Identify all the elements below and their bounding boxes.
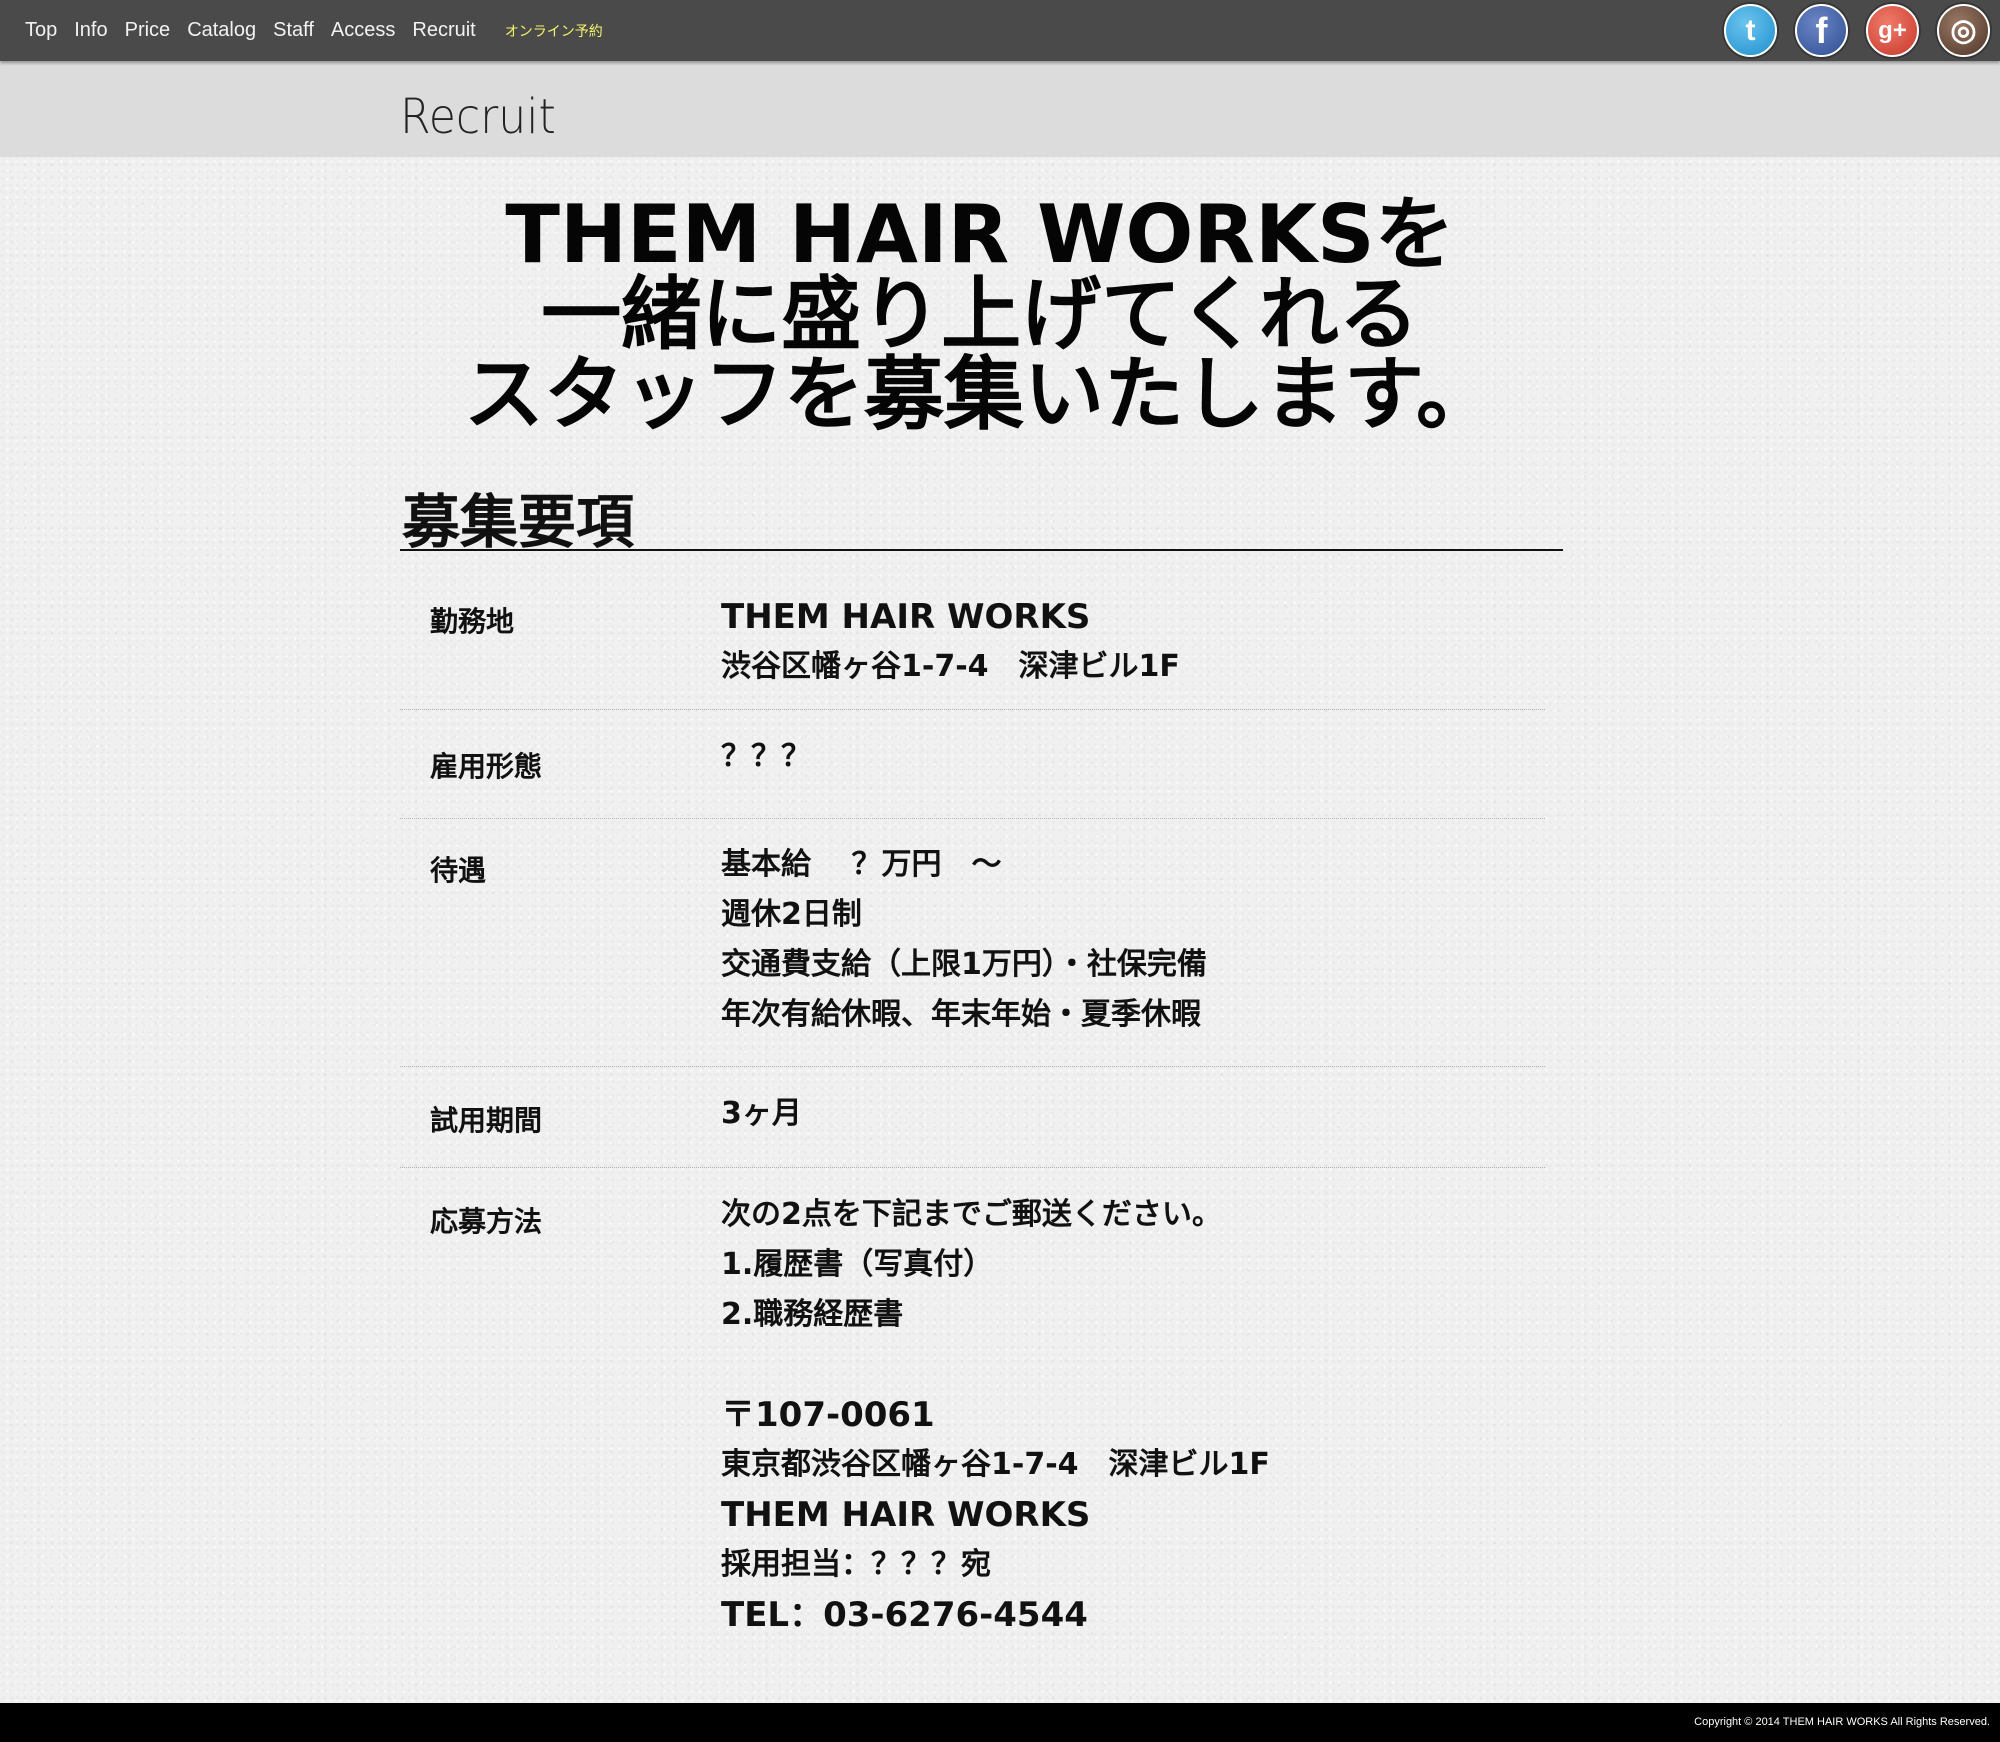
twitter-button[interactable]: t [1724,4,1777,57]
row-value: THEM HAIR WORKS 渋谷区幡ヶ谷1-7-4 深津ビル1F [721,592,1180,692]
value-line [721,1340,1270,1390]
value-line: THEM HAIR WORKS [721,1495,1091,1535]
value-line: 1.履歴書（写真付） [721,1247,994,1282]
value-line: 週休2日制 [721,897,862,932]
nav-online-booking[interactable]: オンライン予約 [505,21,603,41]
page-title: Recruit [400,89,556,145]
nav-staff[interactable]: Staff [273,19,314,42]
facebook-button[interactable]: f [1795,4,1848,57]
row-label: 試用期間 [430,1104,543,1137]
row-value: ？？？ [721,732,811,782]
value-line: 交通費支給（上限1万円）・社保完備 [721,947,1207,982]
value-line: 採用担当：？？？宛 [721,1547,991,1582]
requirement-row-location: 勤務地 THEM HAIR WORKS 渋谷区幡ヶ谷1-7-4 深津ビル1F [400,585,1545,710]
row-label: 応募方法 [430,1205,543,1238]
instagram-icon: ◎ [1950,14,1977,47]
value-line: 次の2点を下記までご郵送ください。 [721,1197,1222,1232]
row-value: 基本給 ？万円 ～ 週休2日制 交通費支給（上限1万円）・社保完備 年次有給休暇… [721,840,1207,1040]
row-label: 勤務地 [430,605,515,638]
value-line: 3ヶ月 [721,1096,802,1131]
section-title: 募集要項 [402,488,635,556]
twitter-icon: t [1745,13,1756,47]
requirement-row-employment: 雇用形態 ？？？ [400,710,1545,819]
top-navigation-bar: Top Info Price Catalog Staff Access Recr… [0,0,2000,61]
google-plus-icon: g+ [1878,16,1907,44]
page-title-band: Recruit [0,61,2000,157]
value-line: 渋谷区幡ヶ谷1-7-4 深津ビル1F [721,649,1180,684]
social-links: t f g+ ◎ [1706,4,1990,57]
value-line: THEM HAIR WORKS [721,597,1091,637]
value-line: TEL：03-6276-4544 [721,1595,1088,1635]
recruit-headline: THEM HAIR WORKSを 一緒に盛り上げてくれる スタッフを募集いたしま… [380,195,1580,435]
section-divider [400,549,1563,551]
instagram-button[interactable]: ◎ [1937,4,1990,57]
nav-info[interactable]: Info [74,19,107,42]
google-plus-button[interactable]: g+ [1866,4,1919,57]
facebook-icon: f [1815,9,1828,51]
nav-catalog[interactable]: Catalog [187,19,256,42]
row-label: 待遇 [430,854,487,887]
headline-line-3: スタッフを募集いたします。 [464,348,1496,441]
headline-line-1: THEM HAIR WORKSを [505,188,1455,281]
value-line: ？？？ [721,739,811,774]
nav-access[interactable]: Access [331,19,395,42]
row-value: 3ヶ月 [721,1089,802,1139]
footer: Copyright © 2014 THEM HAIR WORKS All Rig… [0,1703,2000,1742]
row-label: 雇用形態 [430,750,543,783]
value-line: 〒107-0061 [721,1395,935,1435]
requirement-row-application: 応募方法 次の2点を下記までご郵送ください。 1.履歴書（写真付） 2.職務経歴… [400,1168,1545,1648]
value-line: 2.職務経歴書 [721,1297,904,1332]
value-line: 基本給 ？万円 ～ [721,847,1002,882]
row-value: 次の2点を下記までご郵送ください。 1.履歴書（写真付） 2.職務経歴書 〒10… [721,1190,1270,1640]
copyright-text: Copyright © 2014 THEM HAIR WORKS All Rig… [1694,1716,1990,1728]
headline-line-2: 一緒に盛り上げてくれる [541,268,1419,361]
requirement-row-benefits: 待遇 基本給 ？万円 ～ 週休2日制 交通費支給（上限1万円）・社保完備 年次有… [400,819,1545,1067]
value-line: 東京都渋谷区幡ヶ谷1-7-4 深津ビル1F [721,1447,1270,1482]
nav-price[interactable]: Price [125,19,171,42]
nav-top[interactable]: Top [25,19,57,42]
nav-recruit[interactable]: Recruit [412,19,475,42]
main-nav: Top Info Price Catalog Staff Access Recr… [25,0,620,61]
value-line: 年次有給休暇、年末年始・夏季休暇 [721,997,1201,1032]
requirement-row-probation: 試用期間 3ヶ月 [400,1067,1545,1168]
